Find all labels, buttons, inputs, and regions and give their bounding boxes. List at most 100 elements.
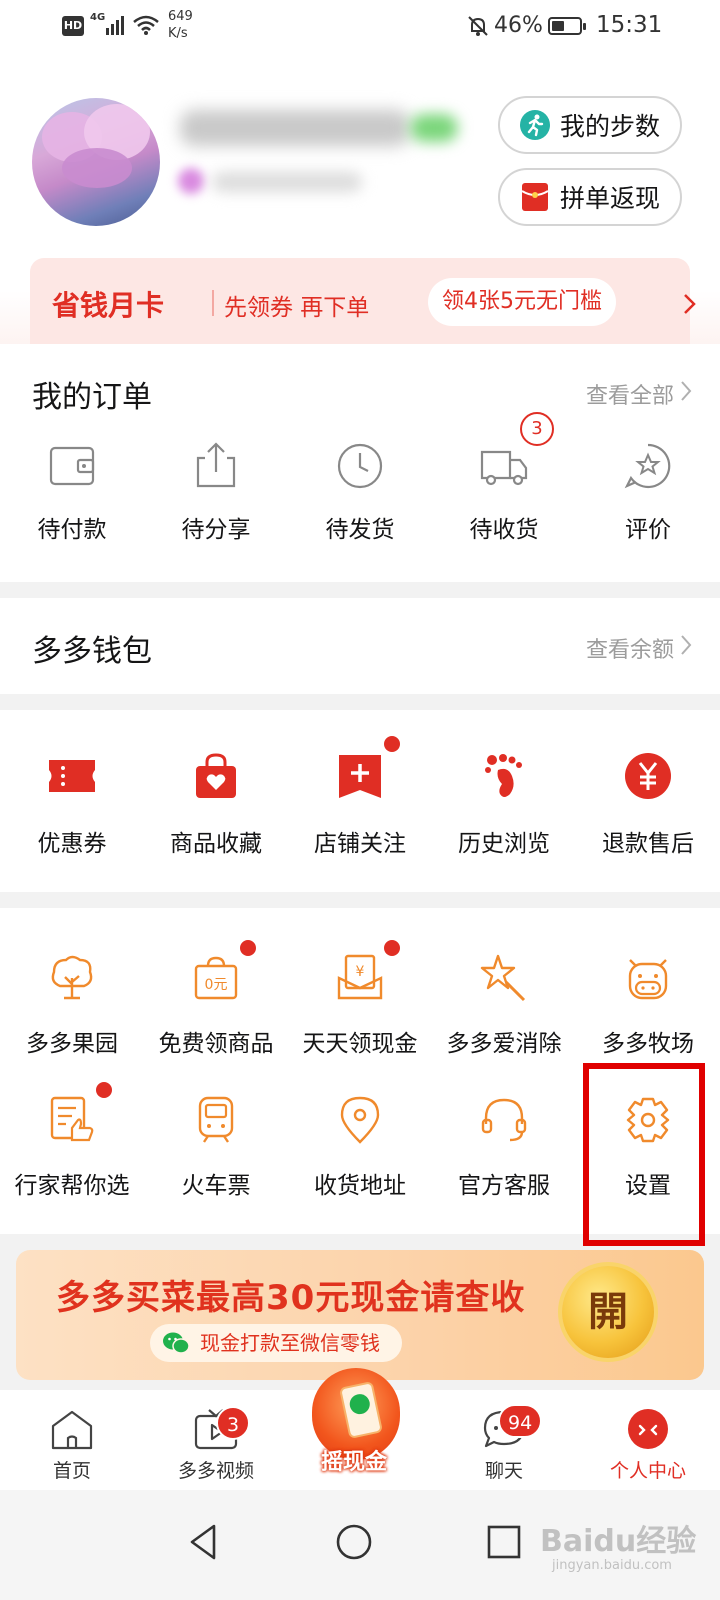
settings-highlight-box — [583, 1063, 705, 1246]
free-goods-service[interactable]: 0元 免费领商品 — [144, 940, 288, 1072]
avatar[interactable] — [32, 98, 160, 226]
thumb-list-icon — [50, 1096, 94, 1142]
cash-envelope-icon: ¥ — [337, 954, 383, 1000]
train-ticket-service[interactable]: 火车票 — [144, 1094, 288, 1214]
truck-icon — [480, 450, 528, 486]
service-label: 免费领商品 — [158, 1031, 274, 1057]
order-status-label: 待分享 — [181, 517, 251, 543]
address-service[interactable]: 收货地址 — [288, 1094, 432, 1214]
recents-icon[interactable] — [484, 1522, 524, 1562]
order-pending-shipment[interactable]: 待发货 — [288, 440, 432, 570]
match-game-service[interactable]: 多多爱消除 — [432, 952, 576, 1072]
profile-icon — [628, 1409, 668, 1449]
savings-card-offer[interactable]: 领4张5元无门槛 — [428, 278, 616, 326]
phone-icon — [338, 1381, 384, 1439]
service-label: 官方客服 — [458, 1173, 550, 1199]
savings-card-banner[interactable]: 省钱月卡 先领券 再下单 领4张5元无门槛 — [30, 258, 696, 350]
customer-service[interactable]: 官方客服 — [432, 1094, 576, 1214]
clock: 15:31 — [596, 12, 663, 38]
clock-icon — [337, 443, 383, 489]
free-bag-icon: 0元 — [194, 956, 238, 1000]
history-shortcut[interactable]: 历史浏览 — [432, 750, 576, 870]
order-count-badge: 3 — [520, 412, 554, 446]
speed-unit: K/s — [168, 26, 188, 41]
savings-card-subtitle: 先领券 再下单 — [224, 295, 370, 321]
chevron-right-icon — [684, 294, 696, 314]
tab-label: 摇现金 — [320, 1450, 387, 1475]
divider — [212, 290, 214, 316]
shop-follow-icon — [339, 755, 381, 798]
view-all-orders-link[interactable]: 查看全部 — [586, 378, 674, 410]
hd-indicator: HD — [62, 16, 84, 36]
video-count-badge: 3 — [216, 1406, 250, 1440]
svg-text:¥: ¥ — [356, 964, 365, 980]
tab-chat[interactable]: 94 聊天 — [432, 1390, 576, 1490]
wifi-icon — [133, 15, 159, 35]
new-dot — [384, 736, 400, 752]
order-pending-payment[interactable]: 待付款 — [0, 440, 144, 570]
location-pin-icon — [340, 1096, 380, 1144]
tree-icon — [51, 955, 93, 1000]
order-status-label: 待付款 — [37, 517, 107, 543]
system-nav-bar: Baidu经验 jingyan.baidu.com — [0, 1490, 720, 1600]
signal-icon — [106, 16, 124, 35]
service-label: 天天领现金 — [302, 1031, 418, 1057]
order-status-label: 评价 — [625, 517, 671, 543]
watermark-sub: jingyan.baidu.com — [552, 1558, 672, 1573]
service-label: 火车票 — [181, 1173, 251, 1199]
orders-title: 我的订单 — [32, 380, 152, 415]
tab-shake-cash[interactable]: 摇现金 — [304, 1368, 404, 1480]
shortcut-label: 店铺关注 — [314, 831, 406, 857]
service-label: 多多爱消除 — [446, 1031, 562, 1057]
order-status-label: 待发货 — [325, 517, 395, 543]
bell-muted-icon — [468, 16, 488, 36]
service-label: 收货地址 — [314, 1173, 406, 1199]
shortcut-label: 退款售后 — [602, 831, 694, 857]
refund-shortcut[interactable]: 退款售后 — [576, 750, 720, 870]
tab-label: 多多视频 — [177, 1460, 254, 1482]
order-pending-share[interactable]: 待分享 — [144, 440, 288, 570]
home-nav-icon[interactable] — [334, 1522, 374, 1562]
new-dot — [240, 940, 256, 956]
shop-follow-shortcut[interactable]: 店铺关注 — [288, 736, 432, 870]
shortcut-label: 优惠券 — [37, 831, 107, 857]
shortcuts-row: 优惠券 商品收藏 店铺关注 历史浏览 退款售后 — [0, 736, 720, 870]
group-cashback-label: 拼单返现 — [560, 184, 661, 213]
savings-card-title: 省钱月卡 — [52, 289, 165, 322]
battery-percent: 46% — [494, 13, 543, 38]
my-steps-button[interactable]: 我的步数 — [498, 96, 682, 154]
chevron-right-icon — [681, 635, 692, 655]
service-label: 行家帮你选 — [14, 1173, 130, 1199]
order-review[interactable]: 评价 — [576, 440, 720, 570]
tab-videos[interactable]: 3 多多视频 — [144, 1390, 288, 1490]
tab-profile[interactable]: 个人中心 — [576, 1390, 720, 1490]
chevron-right-icon — [681, 381, 692, 401]
blurred-username — [180, 110, 410, 146]
coupons-shortcut[interactable]: 优惠券 — [0, 750, 144, 870]
orders-card: 我的订单 查看全部 待付款 待分享 待发货 3 待收货 评价 — [0, 344, 720, 582]
favorites-shortcut[interactable]: 商品收藏 — [144, 750, 288, 870]
tab-label: 聊天 — [484, 1460, 523, 1482]
order-status-row: 待付款 待分享 待发货 3 待收货 评价 — [0, 412, 720, 570]
ranch-service[interactable]: 多多牧场 — [576, 952, 720, 1072]
running-icon — [520, 110, 550, 140]
avatar-blossom — [62, 148, 132, 188]
open-coin-button[interactable]: 開 — [562, 1266, 654, 1358]
wechat-icon — [163, 1332, 190, 1354]
my-steps-label: 我的步数 — [560, 112, 661, 141]
order-pending-receipt[interactable]: 3 待收货 — [432, 412, 576, 570]
order-status-label: 待收货 — [469, 517, 539, 543]
promo-banner[interactable]: 多多买菜最高30元现金请查收 现金打款至微信零钱 開 — [16, 1250, 704, 1380]
view-balance-link[interactable]: 查看余额 — [586, 632, 674, 664]
back-icon[interactable] — [184, 1522, 224, 1562]
wallet-card[interactable]: 多多钱包 查看余额 — [0, 598, 720, 694]
group-cashback-button[interactable]: 拼单返现 — [498, 168, 682, 226]
headset-icon — [481, 1098, 527, 1142]
tab-home[interactable]: 首页 — [0, 1390, 144, 1490]
battery-fill — [552, 21, 564, 31]
expert-pick-service[interactable]: 行家帮你选 — [0, 1082, 144, 1214]
chat-count-badge: 94 — [498, 1404, 543, 1438]
daily-cash-service[interactable]: ¥ 天天领现金 — [288, 940, 432, 1072]
orchard-service[interactable]: 多多果园 — [0, 952, 144, 1072]
shortcut-label: 历史浏览 — [458, 831, 550, 857]
